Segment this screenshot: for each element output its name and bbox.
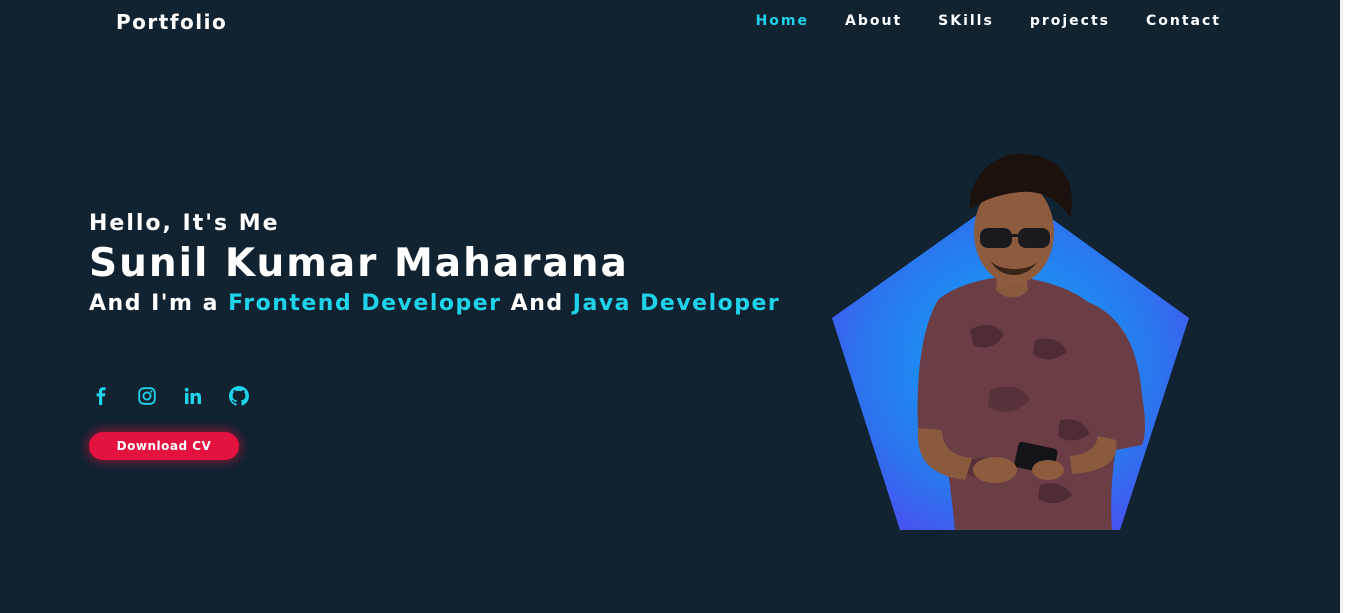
role-java: Java Developer [572, 291, 781, 316]
scrollbar-edge [1340, 0, 1343, 613]
facebook-link[interactable] [89, 384, 113, 408]
hero-role: And I'm a Frontend Developer And Java De… [89, 290, 789, 318]
person-figure [917, 153, 1145, 530]
hero-portrait [832, 153, 1189, 530]
nav-skills[interactable]: SKills [938, 13, 994, 29]
role-prefix: And I'm a [89, 291, 219, 316]
download-cv-button[interactable]: Download CV [89, 432, 239, 460]
portfolio-page: Portfolio Home About SKills projects Con… [0, 0, 1343, 613]
social-links [89, 384, 251, 408]
role-frontend: Frontend Developer [228, 291, 502, 316]
github-icon [229, 386, 249, 406]
nav-contact[interactable]: Contact [1146, 13, 1221, 29]
main-nav: Home About SKills projects Contact [756, 13, 1221, 29]
instagram-icon [138, 387, 156, 405]
github-link[interactable] [227, 384, 251, 408]
instagram-link[interactable] [135, 384, 159, 408]
brand-logo[interactable]: Portfolio [116, 10, 227, 34]
hero-text: Hello, It's Me Sunil Kumar Maharana And … [89, 206, 789, 318]
hero-greeting: Hello, It's Me [89, 211, 280, 236]
nav-projects[interactable]: projects [1030, 13, 1110, 29]
nav-home[interactable]: Home [756, 13, 809, 29]
facebook-icon [96, 387, 106, 405]
linkedin-icon [184, 387, 201, 404]
hero-name: Sunil Kumar Maharana [89, 241, 629, 286]
nav-about[interactable]: About [845, 13, 902, 29]
linkedin-link[interactable] [181, 384, 205, 408]
role-join: And [510, 291, 564, 316]
